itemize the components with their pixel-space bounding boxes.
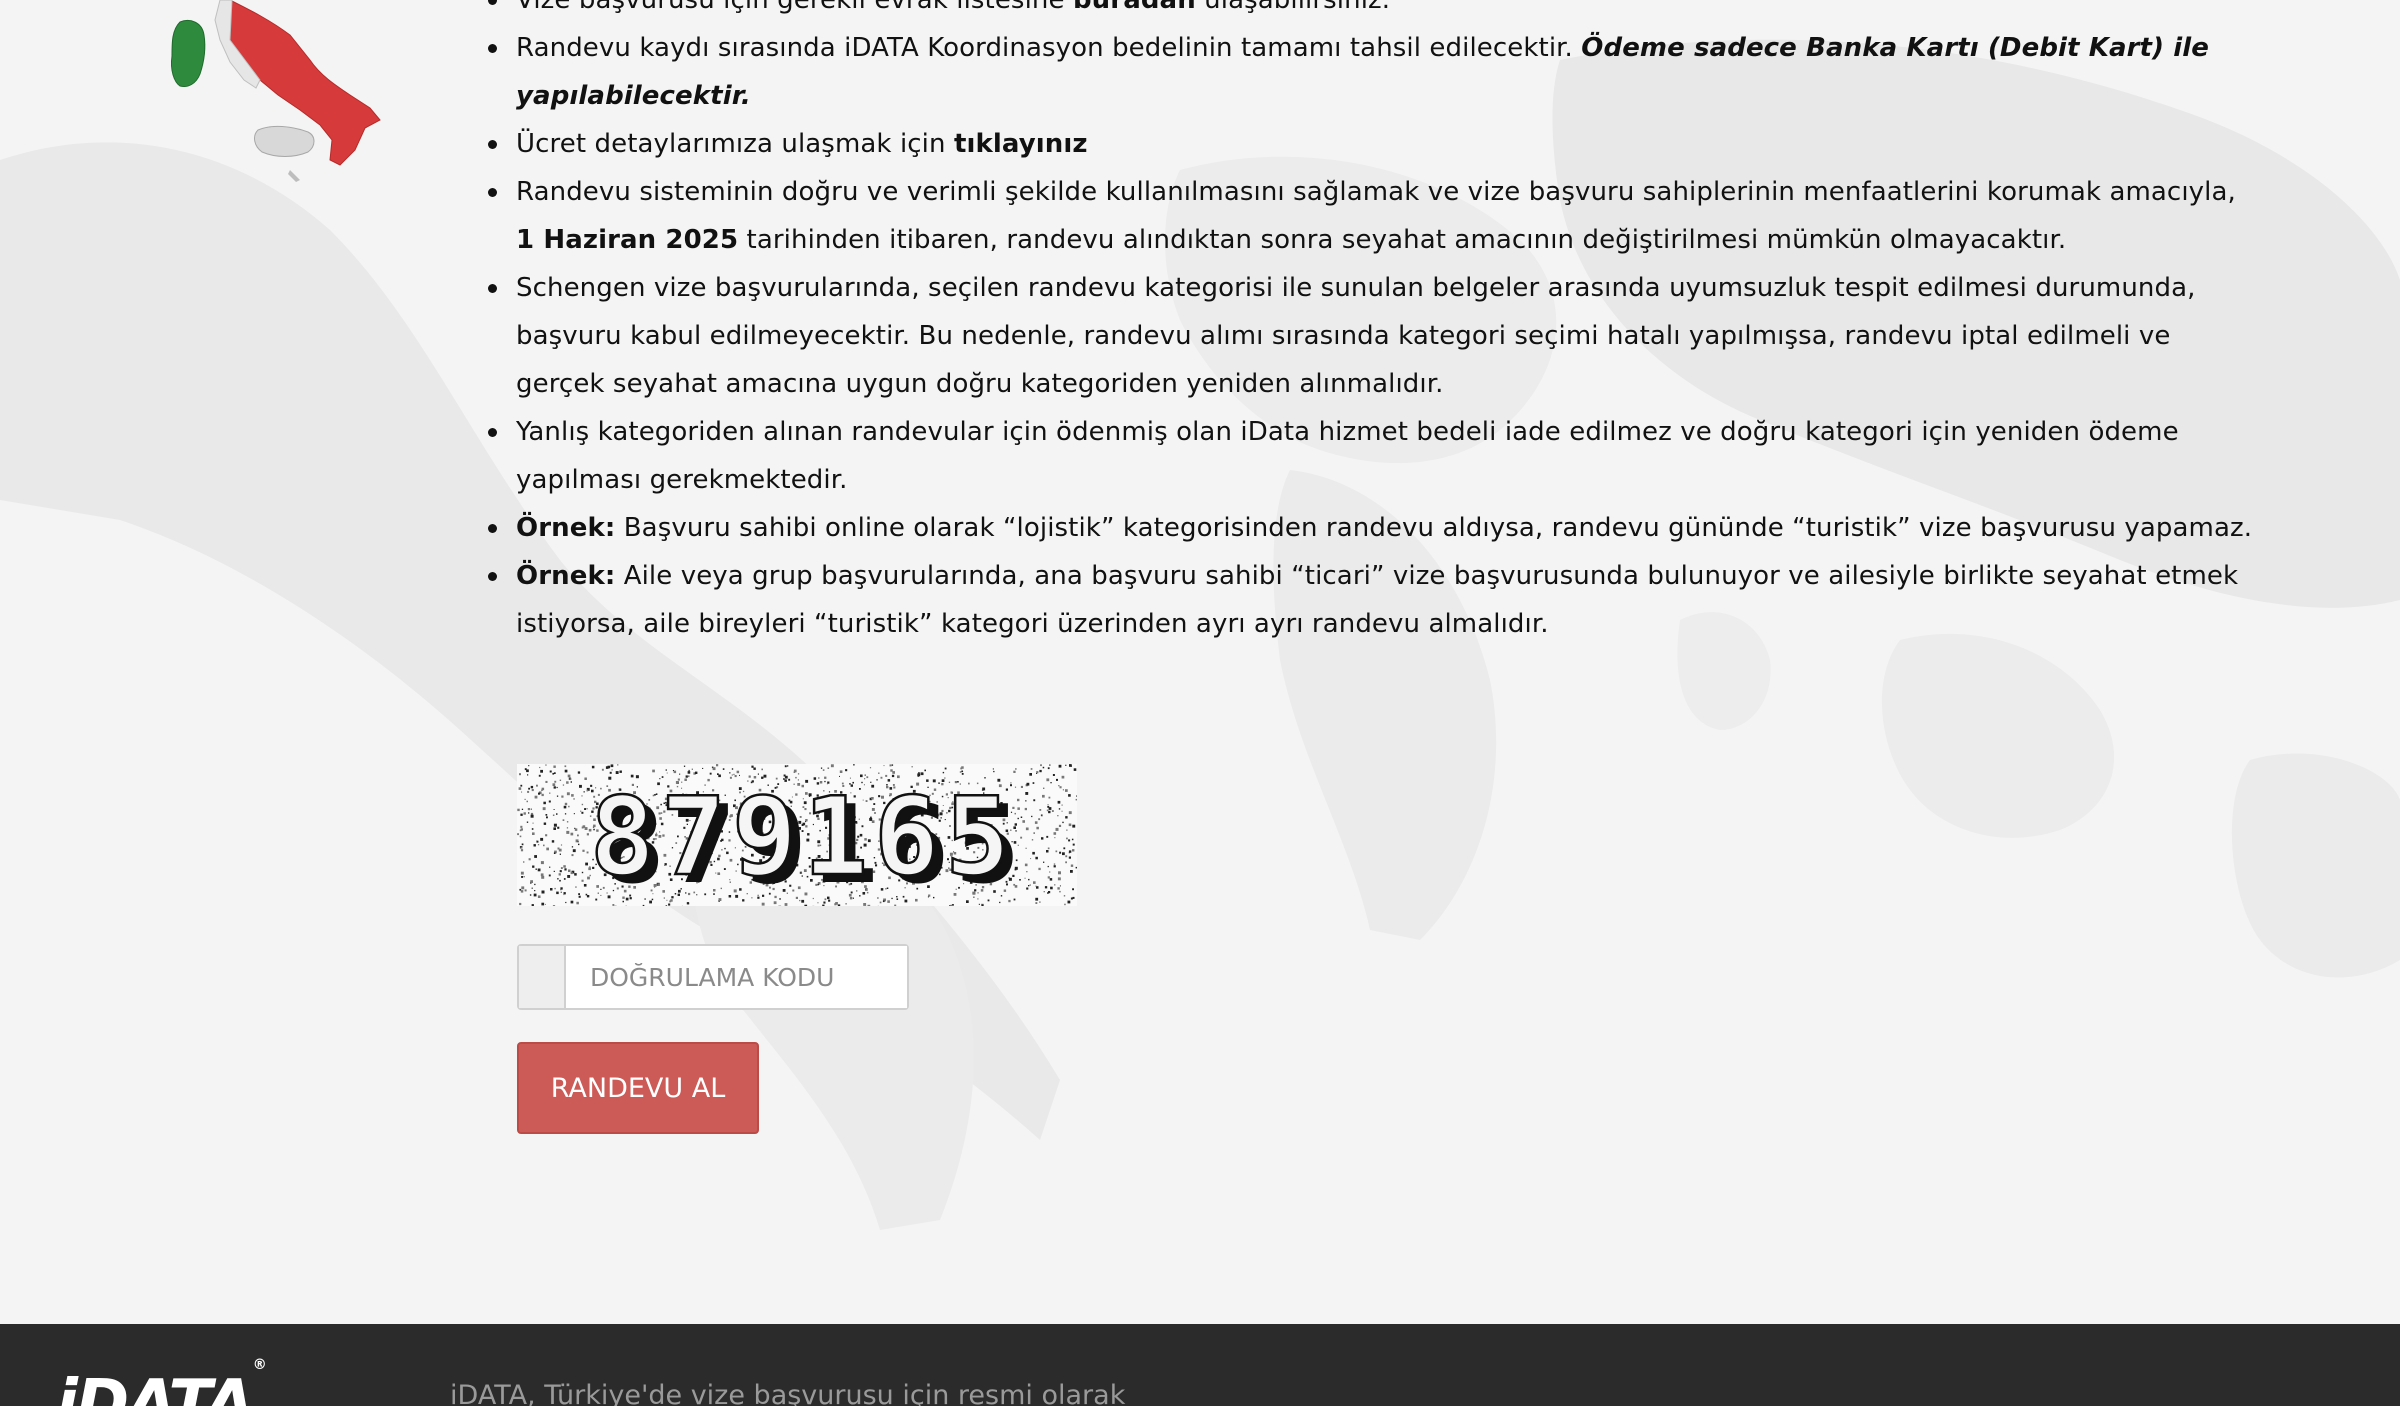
verification-input-addon [519, 946, 566, 1008]
note-emphasis: 1 Haziran 2025 [516, 225, 739, 255]
footer-logo[interactable]: iDATA® [56, 1358, 267, 1406]
note-emphasis: Örnek: [516, 561, 616, 591]
note-item: Randevu sisteminin doğru ve verimli şeki… [482, 168, 2262, 264]
registered-mark: ® [252, 1356, 267, 1373]
note-text: ulaşabilirsiniz. [1195, 0, 1391, 15]
note-emphasis: Örnek: [516, 513, 616, 543]
italy-map-image [171, 0, 381, 182]
verification-code-field [517, 944, 909, 1010]
note-item: Schengen vize başvurularında, seçilen ra… [482, 264, 2262, 408]
note-text: Başvuru sahibi online olarak “lojistik” … [615, 513, 2253, 543]
notes-list: Vize başvurusu için gerekli evrak listes… [482, 0, 2262, 648]
note-item: Randevu kaydı sırasında iDATA Koordinasy… [482, 24, 2262, 120]
note-item: Ücret detaylarımıza ulaşmak için tıklayı… [482, 120, 2262, 168]
captcha-code: 879165 [590, 775, 1016, 900]
note-text: Randevu kaydı sırasında iDATA Koordinasy… [516, 33, 1582, 63]
get-appointment-button[interactable]: RANDEVU AL [517, 1042, 759, 1134]
note-text: Randevu sisteminin doğru ve verimli şeki… [516, 177, 2236, 207]
note-item: Örnek: Aile veya grup başvurularında, an… [482, 552, 2262, 648]
note-item: Örnek: Başvuru sahibi online olarak “loj… [482, 504, 2262, 552]
note-text: Ücret detaylarımıza ulaşmak için [516, 129, 954, 159]
note-link[interactable]: tıklayınız [954, 129, 1088, 159]
note-item: Vize başvurusu için gerekli evrak listes… [482, 0, 2262, 24]
note-text: Aile veya grup başvurularında, ana başvu… [516, 561, 2239, 639]
note-text: Yanlış kategoriden alınan randevular içi… [516, 417, 2179, 495]
note-item: Yanlış kategoriden alınan randevular içi… [482, 408, 2262, 504]
note-text: tarihinden itibaren, randevu alındıktan … [738, 225, 2067, 255]
footer: iDATA® iDATA, Türkiye'de vize başvurusu … [0, 1324, 2400, 1406]
captcha-image: 879165 879165 [517, 764, 1077, 906]
verification-code-input[interactable] [566, 946, 907, 1008]
footer-logo-text: iDATA [56, 1367, 255, 1406]
note-text: Schengen vize başvurularında, seçilen ra… [516, 273, 2196, 399]
note-link[interactable]: buradan [1073, 0, 1196, 15]
note-text: Vize başvurusu için gerekli evrak listes… [516, 0, 1073, 15]
footer-description: iDATA, Türkiye'de vize başvurusu için re… [450, 1380, 1126, 1406]
